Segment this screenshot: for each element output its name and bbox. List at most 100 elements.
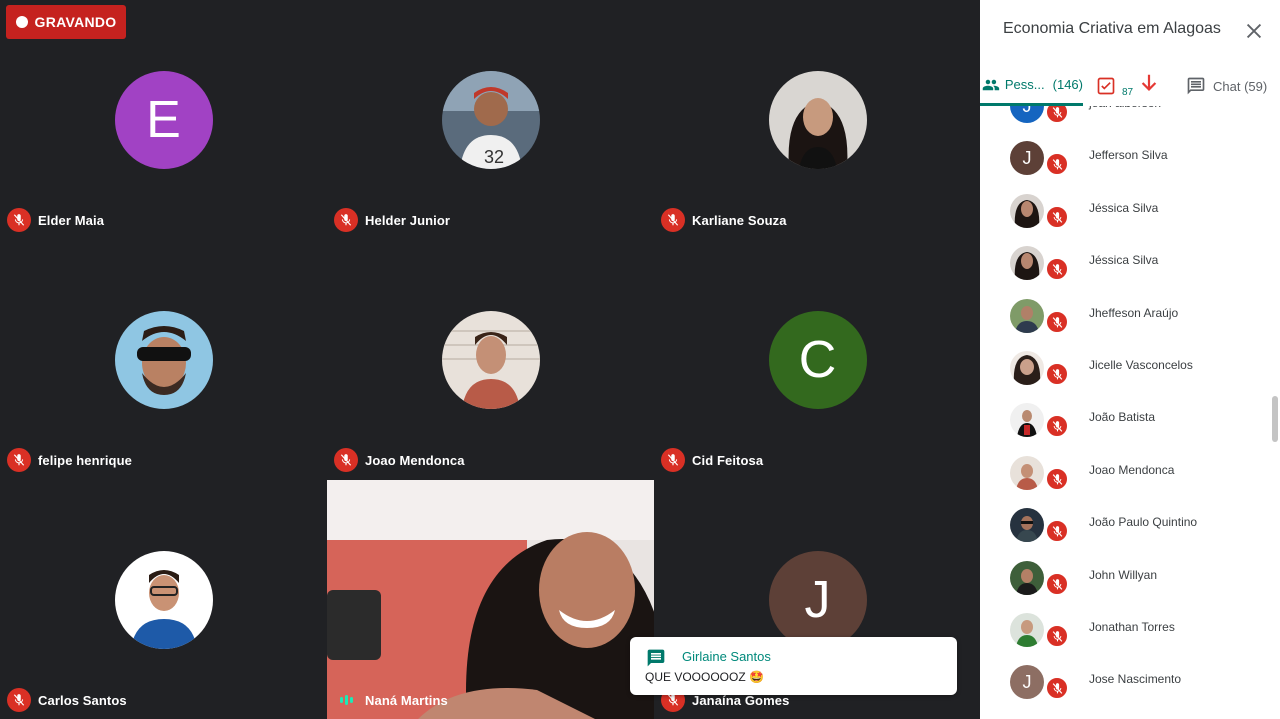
participant-avatar — [1010, 403, 1044, 437]
participant-avatar: C — [768, 311, 867, 409]
participant-video — [327, 480, 654, 719]
participant-list-item[interactable]: João Paulo Quintino — [980, 505, 1280, 557]
mic-off-icon — [1045, 257, 1069, 281]
mic-off-icon — [1045, 467, 1069, 491]
participant-tile[interactable]: Carlos Santos — [0, 480, 327, 719]
participant-list-item[interactable]: Jéssica Silva — [980, 191, 1280, 243]
people-list: Jjean albersonJJefferson SilvaJéssica Si… — [980, 106, 1280, 719]
participant-list-item[interactable]: João Batista — [980, 400, 1280, 452]
participant-name: Carlos Santos — [38, 692, 127, 708]
mic-off-icon — [1045, 676, 1069, 700]
participant-avatar — [1010, 561, 1044, 595]
tab-people[interactable]: Pess... (146) — [980, 66, 1083, 106]
tab-people-count: (146) — [1052, 77, 1083, 92]
mic-off-icon — [661, 448, 685, 472]
mic-off-icon — [1045, 624, 1069, 648]
participant-list-item[interactable]: Joao Mendonca — [980, 453, 1280, 505]
speaking-indicator-icon — [334, 688, 358, 712]
participant-photo — [114, 311, 213, 409]
participant-avatar — [1010, 456, 1044, 490]
mic-off-icon — [7, 688, 31, 712]
toast-message: QUE VOOOOOOZ 🤩 — [645, 670, 764, 684]
participant-avatar — [1010, 508, 1044, 542]
participant-name: Jonathan Torres — [1089, 620, 1175, 634]
participant-list-item[interactable]: Jicelle Vasconcelos — [980, 348, 1280, 400]
chat-message-toast[interactable]: Girlaine Santos QUE VOOOOOOZ 🤩 — [630, 637, 957, 695]
participant-list-item[interactable]: Jéssica Silva — [980, 243, 1280, 295]
participant-avatar — [1010, 613, 1044, 647]
tab-people-label: Pess... — [1004, 77, 1045, 92]
people-icon — [982, 79, 1000, 90]
participant-name: Jicelle Vasconcelos — [1089, 358, 1193, 372]
participant-name: Elder Maia — [38, 212, 105, 228]
participant-name: jean alberson — [1089, 106, 1161, 110]
participant-avatar: J — [1010, 665, 1044, 699]
participant-avatar: E — [114, 71, 213, 169]
participant-avatar — [1010, 351, 1044, 385]
participant-photo — [441, 311, 540, 409]
mic-off-icon — [1045, 572, 1069, 596]
participant-list-item[interactable]: J Jefferson Silva — [980, 138, 1280, 190]
arrow-down-icon — [1141, 74, 1157, 91]
participant-name: Jéssica Silva — [1089, 201, 1159, 215]
participant-tile[interactable]: 32 Helder Junior — [327, 0, 654, 240]
side-panel: Economia Criativa em Alagoas Pess... (14… — [980, 0, 1280, 719]
participant-photo — [768, 71, 867, 169]
video-grid: GRAVANDO E Elder Maia 32 Helder Junior K… — [0, 0, 980, 719]
participant-name: Jheffeson Araújo — [1089, 306, 1179, 320]
mic-off-icon — [334, 208, 358, 232]
participant-list-item[interactable]: Jheffeson Araújo — [980, 296, 1280, 348]
participant-avatar — [1010, 299, 1044, 333]
panel-title: Economia Criativa em Alagoas — [1003, 20, 1221, 37]
participant-name: Cid Feitosa — [692, 452, 764, 468]
participant-name: João Batista — [1089, 410, 1156, 424]
participant-name: Karliane Souza — [692, 212, 787, 228]
participant-list-item[interactable]: Jonathan Torres — [980, 610, 1280, 662]
participant-name: felipe henrique — [38, 452, 132, 468]
participant-name: Jefferson Silva — [1089, 148, 1168, 162]
mic-off-icon — [1045, 106, 1069, 124]
chat-icon — [647, 649, 665, 667]
tab-chat-label: Chat (59) — [1213, 78, 1268, 94]
participant-avatar — [1010, 194, 1044, 228]
mic-off-icon — [1045, 519, 1069, 543]
participant-name: Jose Nascimento — [1089, 672, 1182, 686]
tab-activities[interactable]: 87 — [1096, 66, 1157, 106]
participant-avatar: J — [1010, 106, 1044, 123]
participant-photo — [114, 551, 213, 649]
mic-off-icon — [1045, 362, 1069, 386]
toast-sender: Girlaine Santos — [682, 649, 771, 664]
participant-avatar: J — [1010, 141, 1044, 175]
participant-tile[interactable]: E Elder Maia — [0, 0, 327, 240]
participant-name: Joao Mendonca — [1089, 463, 1175, 477]
mic-off-icon — [661, 208, 685, 232]
participant-list-item[interactable]: John Willyan — [980, 558, 1280, 610]
panel-tabs: Pess... (146) 87 Chat (59) — [980, 66, 1280, 106]
mic-off-icon — [1045, 205, 1069, 229]
participant-list-item[interactable]: J Jose Nascimento — [980, 662, 1280, 714]
close-icon[interactable] — [1243, 20, 1265, 42]
svg-text:32: 32 — [484, 147, 504, 167]
participant-photo: 32 — [441, 71, 540, 169]
participant-tile[interactable]: Joao Mendonca — [327, 240, 654, 480]
participant-name: Naná Martins — [365, 692, 448, 708]
participant-name: Joao Mendonca — [365, 452, 465, 468]
activities-badge: 87 — [1122, 87, 1134, 98]
participant-name: Jéssica Silva — [1089, 253, 1159, 267]
mic-off-icon — [1045, 414, 1069, 438]
participant-avatar — [1010, 246, 1044, 280]
scrollbar[interactable] — [1272, 396, 1278, 442]
tab-chat[interactable]: Chat (59) — [1186, 66, 1267, 106]
checkbox-icon — [1097, 77, 1115, 95]
participant-tile[interactable]: C Cid Feitosa — [654, 240, 980, 480]
mic-off-icon — [1045, 152, 1069, 176]
participant-tile[interactable]: Karliane Souza — [654, 0, 980, 240]
mic-off-icon — [7, 448, 31, 472]
participant-avatar: J — [768, 551, 867, 649]
participant-video-tile[interactable]: Naná Martins — [327, 480, 654, 719]
chat-icon — [1187, 77, 1205, 95]
participant-list-item[interactable]: Jjean alberson — [980, 106, 1280, 138]
mic-off-icon — [7, 208, 31, 232]
participant-tile[interactable]: felipe henrique — [0, 240, 327, 480]
participant-name: Helder Junior — [365, 212, 451, 228]
